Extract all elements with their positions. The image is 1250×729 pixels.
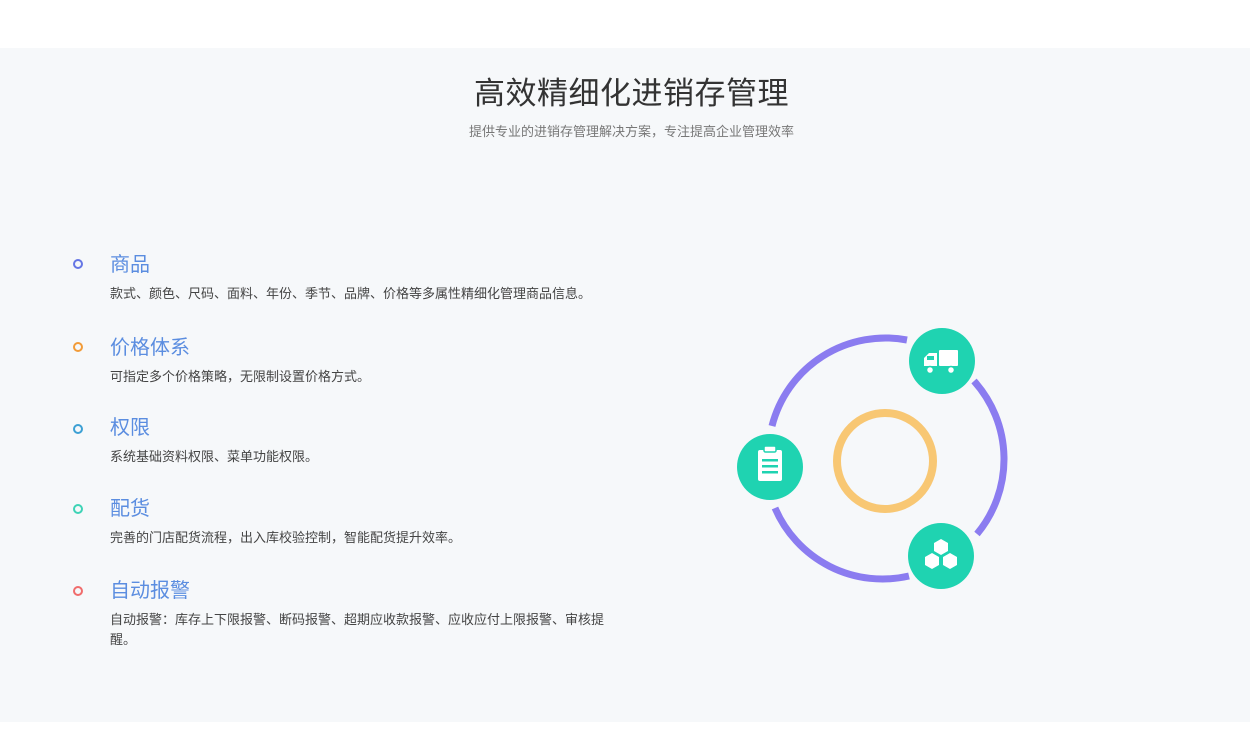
feature-title: 配货 xyxy=(110,496,150,520)
cycle-diagram xyxy=(737,328,1008,589)
feature-description: 完善的门店配货流程，出入库校验控制，智能配货提升效率。 xyxy=(110,531,462,546)
feature-description: 款式、颜色、尺码、面料、年份、季节、品牌、价格等多属性精细化管理商品信息。 xyxy=(110,287,592,302)
outer-ring-arc-bottom xyxy=(771,506,910,583)
feature-title: 自动报警 xyxy=(110,578,190,602)
feature-title: 价格体系 xyxy=(110,335,190,359)
feature-title: 商品 xyxy=(110,252,150,276)
bullet-dot xyxy=(73,504,83,514)
cubes-icon xyxy=(908,523,974,589)
inventory-cycle-graphic xyxy=(730,320,1020,600)
section-title: 高效精细化进销存管理 xyxy=(474,76,789,112)
feature-title: 权限 xyxy=(110,415,150,439)
section-subtitle: 提供专业的进销存管理解决方案，专注提高企业管理效率 xyxy=(468,125,794,140)
bullet-dot xyxy=(73,342,83,352)
truck-icon xyxy=(909,328,975,394)
feature-description: 可指定多个价格策略，无限制设置价格方式。 xyxy=(110,370,371,385)
inner-ring xyxy=(833,409,937,513)
bullet-dot xyxy=(73,259,83,269)
outer-ring-arc-right xyxy=(971,378,1008,537)
feature-description: 自动报警：库存上下限报警、断码报警、超期应收款报警、应收应付上限报警、审核提醒。 xyxy=(110,613,605,648)
bullet-dot xyxy=(73,586,83,596)
clipboard-icon xyxy=(737,434,803,500)
bullet-dot xyxy=(73,424,83,434)
feature-description: 系统基础资料权限、菜单功能权限。 xyxy=(110,450,319,465)
